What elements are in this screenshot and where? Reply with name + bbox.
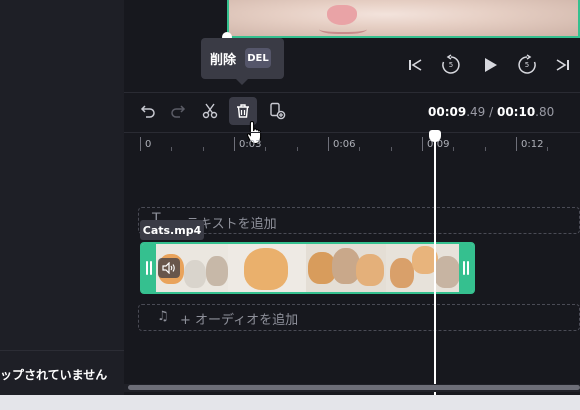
toolbar-divider: [124, 92, 580, 93]
skip-to-end-icon: [556, 59, 569, 71]
volume-icon: [162, 262, 175, 274]
ruler-minor-tick: [547, 147, 548, 151]
current-time: 00:09: [428, 105, 467, 119]
ruler-label: 0:06: [333, 139, 356, 150]
clip-thumbnail: [386, 244, 463, 292]
left-panel-divider: [0, 350, 124, 351]
ruler-minor-tick: [265, 147, 266, 151]
kitten-mouth: [319, 22, 367, 34]
ruler-minor-tick: [203, 147, 204, 151]
skip-to-start-button[interactable]: [402, 52, 428, 78]
undo-icon: [140, 105, 155, 118]
redo-button[interactable]: [164, 97, 192, 125]
kitten-shape: [206, 256, 228, 286]
add-audio-label: + オーディオを追加: [180, 313, 299, 328]
rewind-5-button[interactable]: 5: [438, 52, 464, 78]
ruler-minor-tick: [391, 147, 392, 151]
trash-icon: [237, 104, 249, 118]
kitten-shape: [356, 254, 384, 286]
clip-trim-handle-right[interactable]: [459, 244, 473, 292]
scissors-icon: [202, 103, 218, 119]
clip-thumbnail: [228, 244, 306, 292]
timeline-scrollbar-thumb[interactable]: [128, 385, 580, 390]
kitten-shape: [244, 248, 288, 290]
tooltip-arrow: [236, 79, 248, 85]
redo-icon: [171, 105, 186, 118]
kitten-shape: [184, 260, 206, 288]
ruler-minor-tick: [453, 147, 454, 151]
ruler-label: 0:03: [239, 139, 262, 150]
kitten-shape: [434, 256, 460, 288]
undo-button[interactable]: [134, 97, 162, 125]
forward-5-button[interactable]: 5: [514, 52, 540, 78]
current-time-fraction: .49: [466, 105, 486, 119]
left-panel-status: ップされていません: [0, 368, 108, 382]
clip-name-label: Cats.mp4: [140, 220, 204, 240]
skip-to-end-button[interactable]: [550, 52, 576, 78]
duplicate-button[interactable]: [263, 97, 291, 125]
clip-volume-button[interactable]: [158, 258, 180, 278]
music-note-icon: ♫: [157, 309, 169, 324]
ruler-minor-tick: [485, 147, 486, 151]
skip-to-start-icon: [409, 59, 422, 71]
forward-seconds: 5: [524, 61, 530, 69]
play-button[interactable]: [477, 52, 503, 78]
ruler-top-border: [124, 132, 580, 133]
play-icon: [485, 58, 497, 72]
time-separator: /: [485, 105, 497, 119]
cut-button[interactable]: [196, 97, 224, 125]
video-clip[interactable]: [140, 242, 475, 294]
kitten-shape: [390, 258, 414, 288]
ruler-tick: [140, 137, 141, 151]
tooltip-shortcut-badge: DEL: [245, 48, 271, 68]
rewind-seconds: 5: [448, 61, 454, 69]
timecode-display: 00:09.49 / 00:10.80: [428, 105, 554, 119]
ruler-tick: [516, 137, 517, 151]
bottom-bar: [0, 395, 580, 410]
total-time-fraction: .80: [535, 105, 555, 119]
ruler-minor-tick: [297, 147, 298, 151]
ruler-label: 0:12: [521, 139, 544, 150]
total-time: 00:10: [496, 105, 536, 119]
clip-thumbnail: [306, 244, 386, 292]
editor-main: [124, 0, 580, 395]
ruler-label: 0: [145, 139, 152, 150]
ruler-minor-tick: [171, 147, 172, 151]
playhead-line[interactable]: [434, 140, 436, 395]
clip-trim-handle-left[interactable]: [142, 244, 156, 292]
video-preview[interactable]: [227, 0, 580, 38]
ruler-tick: [234, 137, 235, 151]
tooltip-label: 削除: [210, 53, 237, 68]
ruler-tick: [422, 137, 423, 151]
ruler-tick: [328, 137, 329, 151]
left-panel: [0, 0, 124, 395]
playhead-handle[interactable]: [429, 130, 441, 142]
duplicate-icon: [270, 102, 286, 120]
ruler-minor-tick: [359, 147, 360, 151]
